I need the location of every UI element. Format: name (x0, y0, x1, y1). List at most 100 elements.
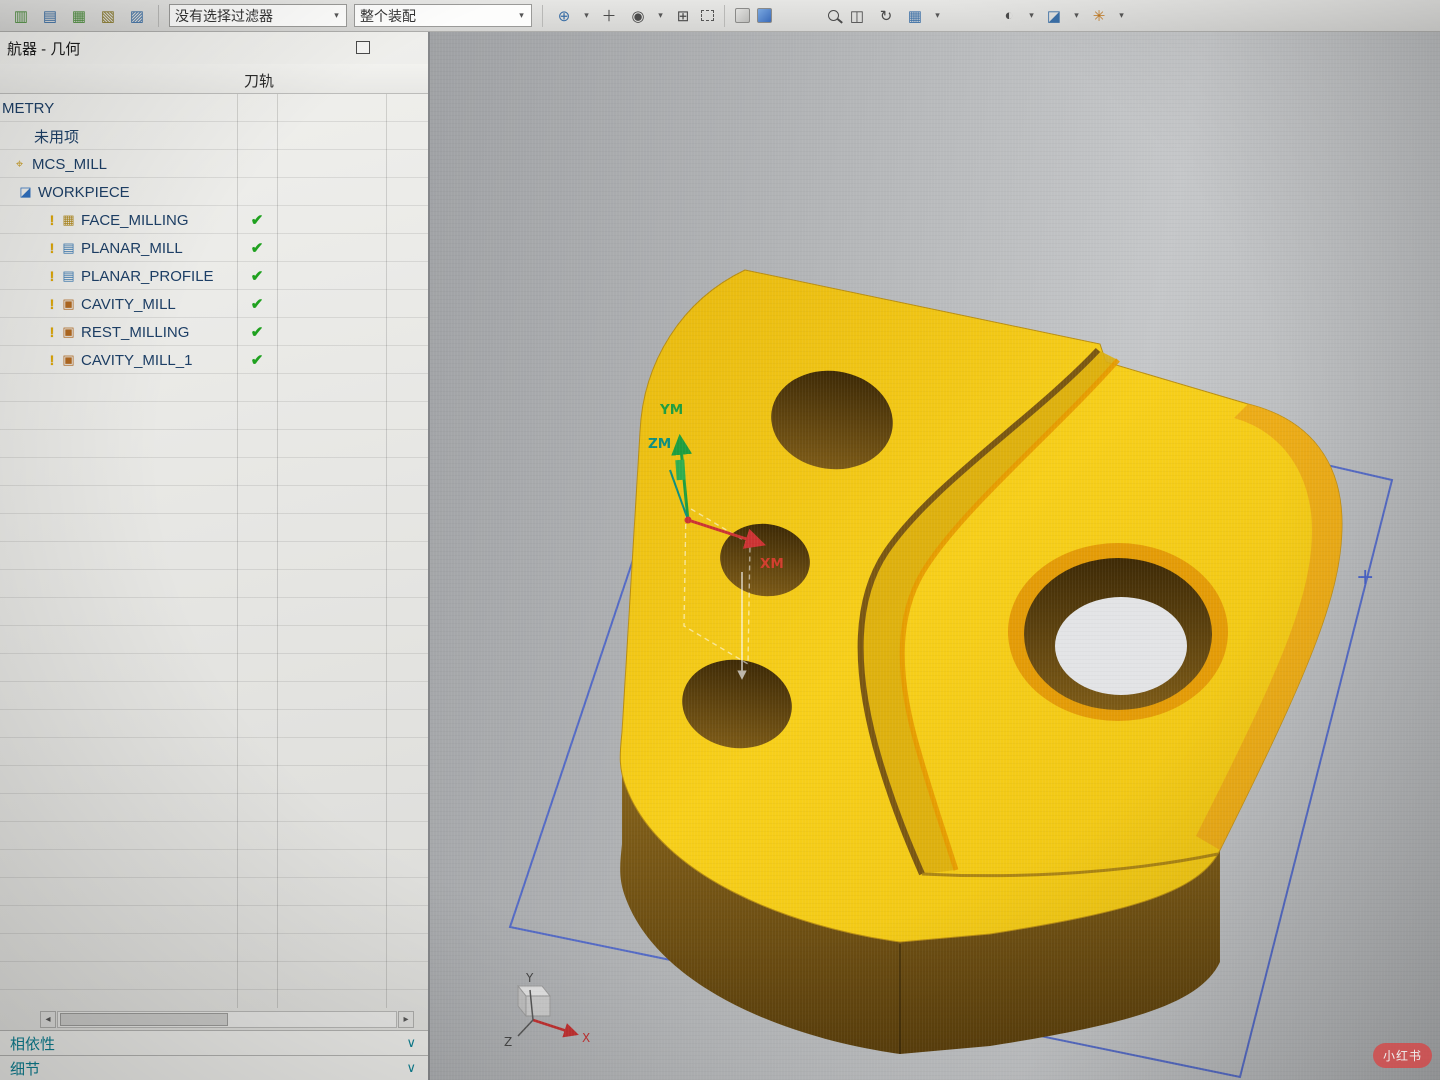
tree-row-label: REST_MILLING (81, 323, 190, 341)
generate-status-icon: ! (49, 212, 55, 228)
show-hide-icon[interactable]: ▥ (10, 5, 32, 27)
part-solid[interactable] (619, 269, 1343, 1054)
y-axis-handle[interactable] (675, 459, 686, 481)
ym-axis-label: YM (659, 402, 683, 418)
dependencies-panel-header[interactable]: 相依性 ∨ (0, 1030, 428, 1055)
chevron-down-icon: ▾ (334, 10, 339, 20)
magnifier-icon[interactable] (828, 10, 839, 21)
tree-row-unused-items[interactable]: 未用项 (0, 122, 428, 150)
view-orientation-triad[interactable]: X Y Z (504, 971, 590, 1049)
scrollbar-track[interactable] (57, 1011, 397, 1028)
triad-z-label: Z (504, 1035, 512, 1049)
layer-settings-icon[interactable]: ▦ (68, 5, 90, 27)
tree-row-label: WORKPIECE (38, 183, 130, 201)
point-constructor-icon[interactable]: ◉ (627, 5, 649, 27)
chevron-down-icon: ∨ (406, 1060, 416, 1075)
selection-filter-value: 没有选择过滤器 (175, 7, 273, 24)
tree-row-workpiece[interactable]: ◪ WORKPIECE (0, 178, 428, 206)
tree-row-cavity-mill[interactable]: ! ▣ CAVITY_MILL ✔ (0, 290, 428, 318)
tree-row-planar-mill[interactable]: ! ▤ PLANAR_MILL ✔ (0, 234, 428, 262)
graphics-window[interactable]: YM ZM XM + X Y Z (430, 32, 1440, 1080)
tree-row-label: PLANAR_PROFILE (81, 267, 214, 285)
marquee-select-icon[interactable] (701, 10, 714, 21)
render-style-icon[interactable]: ◪ (1043, 5, 1065, 27)
cube-blue-icon[interactable] (757, 8, 772, 23)
tree-row-geometry[interactable]: METRY (0, 94, 428, 122)
chevron-down-icon[interactable]: ▾ (656, 10, 665, 21)
snap-point-icon[interactable]: ⊕ (553, 5, 575, 27)
details-label: 细节 (10, 1060, 41, 1078)
part-top-face (619, 269, 1343, 943)
horizontal-scrollbar[interactable]: ◂ ▸ (40, 1011, 414, 1028)
toolpath-status: ✔ (250, 352, 264, 369)
layout-icon[interactable]: ▤ (39, 5, 61, 27)
grid-icon[interactable]: ▦ (904, 5, 926, 27)
scroll-left-icon[interactable]: ◂ (40, 1011, 56, 1028)
tree-row-label: MCS_MILL (32, 155, 108, 173)
scrollbar-thumb[interactable] (60, 1013, 228, 1026)
maximize-button[interactable] (356, 41, 370, 54)
watermark-badge: 小红书 (1372, 1043, 1432, 1068)
tree-row-face-milling[interactable]: ! ▦ FACE_MILLING ✔ (0, 206, 428, 234)
model-view: YM ZM XM + X Y Z (504, 269, 1394, 1079)
selection-scope-dropdown[interactable]: 整个装配 ▾ (354, 4, 532, 27)
cavity-mill-icon: ▣ (62, 296, 75, 311)
panel-title-bar: 航器 - 几何 (0, 32, 428, 64)
planar-mill-icon: ▤ (62, 240, 75, 255)
rest-milling-icon: ▣ (62, 324, 75, 339)
cube-gray-icon[interactable] (735, 8, 750, 23)
operation-tree: METRY 未用项 ⌖ MCS_MILL ◪ WORKPIECE ! ▦ FAC… (0, 94, 428, 1008)
top-toolbar: ▥ ▤ ▦ ▧ ▨ 没有选择过滤器 ▾ 整个装配 ▾ ⊕ ▾ ＋ ◉ ▾ ⊞ ◫… (0, 0, 1440, 32)
effects-icon[interactable]: ✳ (1088, 5, 1110, 27)
toolbar-separator (542, 4, 543, 27)
tree-row-label: METRY (2, 99, 55, 117)
scroll-right-icon[interactable]: ▸ (398, 1011, 414, 1028)
chevron-down-icon[interactable]: ▾ (933, 10, 942, 21)
toolpath-status: ✔ (250, 324, 264, 341)
tree-row-mcs-mill[interactable]: ⌖ MCS_MILL (0, 150, 428, 178)
chevron-down-icon[interactable]: ▾ (582, 10, 591, 21)
shaded-view-icon[interactable]: ◐ (998, 5, 1020, 27)
mcs-icon: ⌖ (15, 156, 24, 171)
selection-plus-marker: + (1356, 565, 1374, 590)
panel-title: 航器 - 几何 (7, 40, 81, 58)
triad-y-label: Y (525, 971, 534, 985)
chevron-down-icon[interactable]: ▾ (1072, 10, 1081, 21)
generate-status-icon: ! (49, 324, 55, 340)
tree-row-label: 未用项 (34, 128, 80, 146)
face-milling-icon: ▦ (62, 212, 75, 227)
tree-row-planar-profile[interactable]: ! ▤ PLANAR_PROFILE ✔ (0, 262, 428, 290)
generate-status-icon: ! (49, 352, 55, 368)
toolbar-separator (724, 4, 725, 27)
tree-row-label: CAVITY_MILL (81, 295, 176, 313)
display-mode-icon[interactable]: ▧ (97, 5, 119, 27)
mcs-origin[interactable] (684, 516, 692, 524)
snapshot-icon[interactable]: ◫ (846, 5, 868, 27)
xm-axis-label: XM (760, 556, 784, 572)
details-panel-header[interactable]: 细节 ∨ (0, 1055, 428, 1080)
chevron-down-icon[interactable]: ▾ (1117, 10, 1126, 21)
operation-navigator-panel: 航器 - 几何 刀轨 METRY 未用项 ⌖ MCS_MILL ◪ WORKPI… (0, 32, 430, 1080)
chevron-down-icon[interactable]: ▾ (1027, 10, 1036, 21)
tree-row-label: FACE_MILLING (81, 211, 189, 229)
toolpath-status: ✔ (250, 296, 264, 313)
selection-scope-value: 整个装配 (360, 7, 416, 24)
zm-axis-label: ZM (648, 436, 671, 452)
tree-row-label: CAVITY_MILL_1 (81, 351, 193, 369)
column-header-row: 刀轨 (0, 64, 428, 94)
large-counterbore-hole (1008, 543, 1228, 721)
tree-row-cavity-mill-1[interactable]: ! ▣ CAVITY_MILL_1 ✔ (0, 346, 428, 374)
chevron-down-icon: ▾ (519, 10, 524, 20)
toolpath-status: ✔ (250, 240, 264, 257)
move-object-icon[interactable]: ＋ (598, 5, 620, 27)
generate-status-icon: ! (49, 240, 55, 256)
measure-icon[interactable]: ⊞ (672, 5, 694, 27)
chevron-down-icon: ∨ (406, 1035, 416, 1050)
tree-row-rest-milling[interactable]: ! ▣ REST_MILLING ✔ (0, 318, 428, 346)
selection-filter-dropdown[interactable]: 没有选择过滤器 ▾ (169, 4, 347, 27)
workpiece-icon: ◪ (19, 184, 32, 199)
refresh-icon[interactable]: ↻ (875, 5, 897, 27)
editor-icon[interactable]: ▨ (126, 5, 148, 27)
triad-x-label: X (582, 1031, 590, 1045)
generate-status-icon: ! (49, 296, 55, 312)
